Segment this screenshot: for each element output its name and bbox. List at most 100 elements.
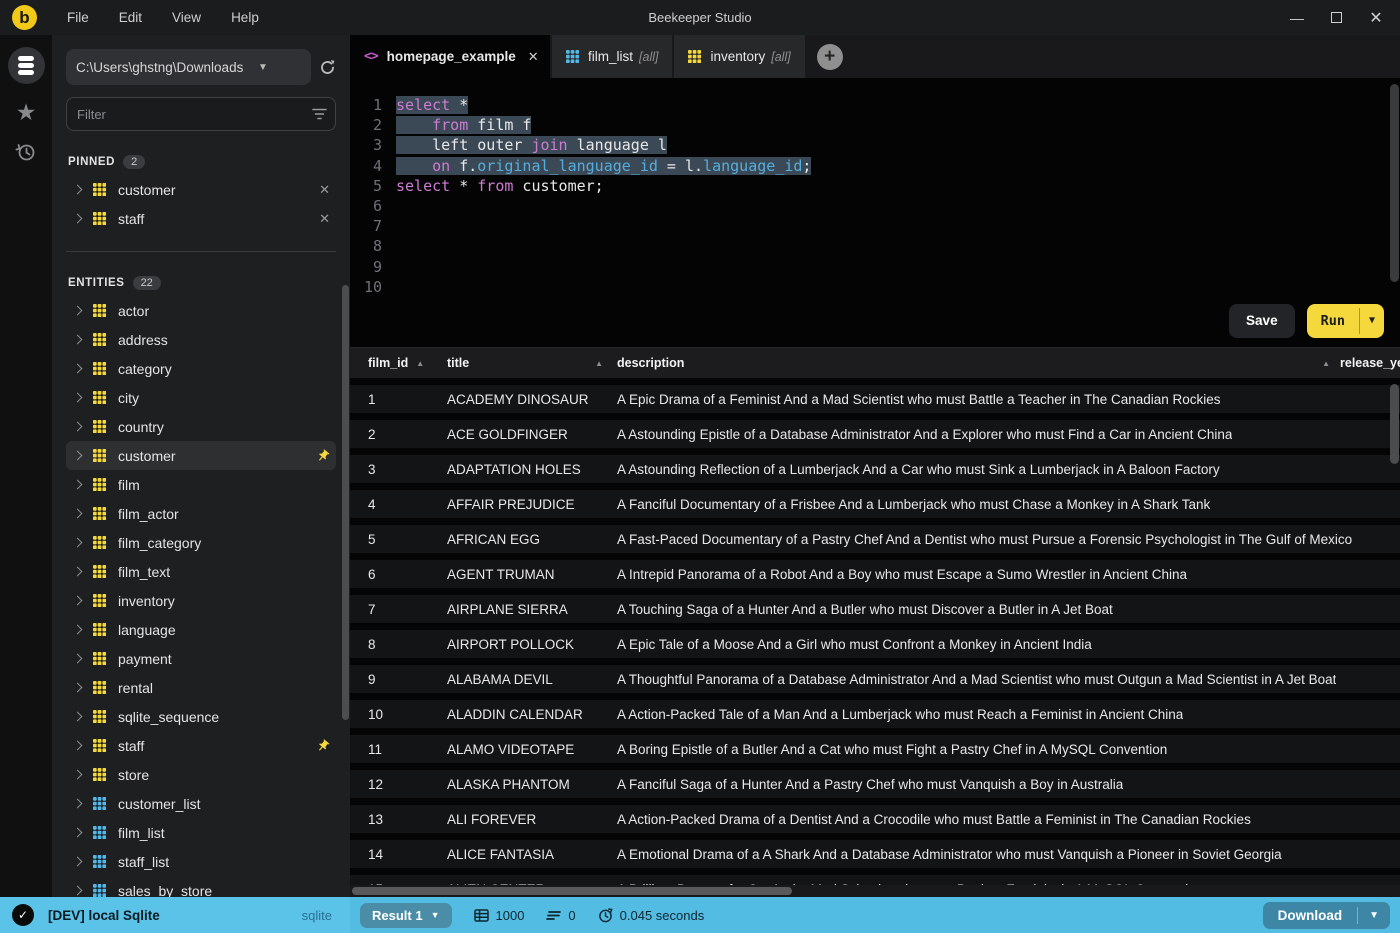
entity-item-staff[interactable]: staff [66,731,336,760]
cell-film-id[interactable]: 4 [350,497,447,512]
cell-film-id[interactable]: 10 [350,707,447,722]
entity-item-film_list[interactable]: film_list [66,818,336,847]
table-row[interactable]: 11 ALAMO VIDEOTAPE A Boring Epistle of a… [350,728,1400,763]
cell-title[interactable]: ALADDIN CALENDAR [447,707,617,722]
entity-item-inventory[interactable]: inventory [66,586,336,615]
cell-description[interactable]: A Astounding Reflection of a Lumberjack … [617,462,1220,477]
entity-filter-input[interactable] [66,97,336,131]
cell-film-id[interactable]: 8 [350,637,447,652]
unpin-icon[interactable]: ✕ [319,211,330,227]
chevron-right-icon[interactable] [72,508,83,519]
editor-scrollbar[interactable] [1390,84,1399,282]
chevron-right-icon[interactable] [72,856,83,867]
table-row[interactable]: 6 AGENT TRUMAN A Intrepid Panorama of a … [350,553,1400,588]
cell-title[interactable]: AFRICAN EGG [447,532,617,547]
table-row[interactable]: 7 AIRPLANE SIERRA A Touching Saga of a H… [350,588,1400,623]
cell-film-id[interactable]: 5 [350,532,447,547]
cell-description[interactable]: A Action-Packed Tale of a Man And a Lumb… [617,707,1183,722]
column-header-description[interactable]: description ▲ [617,356,1340,370]
cell-description[interactable]: A Intrepid Panorama of a Robot And a Boy… [617,567,1187,582]
cell-description[interactable]: A Epic Tale of a Moose And a Girl who mu… [617,637,1092,652]
download-button[interactable]: Download ▼ [1262,901,1390,929]
entity-item-store[interactable]: store [66,760,336,789]
cell-description[interactable]: A Action-Packed Drama of a Dentist And a… [617,812,1251,827]
entity-item-address[interactable]: address [66,325,336,354]
pinned-item-customer[interactable]: customer ✕ [66,175,336,204]
results-horizontal-scrollbar[interactable] [352,887,792,895]
cell-film-id[interactable]: 13 [350,812,447,827]
chevron-right-icon[interactable] [72,798,83,809]
cell-title[interactable]: ALABAMA DEVIL [447,672,617,687]
cell-description[interactable]: A Fanciful Documentary of a Frisbee And … [617,497,1210,512]
chevron-right-icon[interactable] [72,479,83,490]
database-tab-icon[interactable] [7,47,45,84]
cell-description[interactable]: A Fast-Paced Documentary of a Pastry Che… [617,532,1352,547]
column-header-film_id[interactable]: film_id ▲ [350,356,447,370]
pin-icon[interactable] [316,739,330,753]
table-row[interactable]: 5 AFRICAN EGG A Fast-Paced Documentary o… [350,518,1400,553]
result-select-button[interactable]: Result 1 ▼ [360,902,452,928]
cell-title[interactable]: ADAPTATION HOLES [447,462,617,477]
chevron-right-icon[interactable] [72,363,83,374]
tab-film_list[interactable]: film_list [all] [552,35,673,78]
cell-description[interactable]: A Fanciful Saga of a Hunter And a Pastry… [617,777,1123,792]
tab-inventory[interactable]: inventory [all] [674,35,805,78]
chevron-right-icon[interactable] [72,566,83,577]
table-row[interactable]: 14 ALICE FANTASIA A Emotional Drama of a… [350,833,1400,868]
cell-title[interactable]: ALASKA PHANTOM [447,777,617,792]
chevron-right-icon[interactable] [72,769,83,780]
entity-item-rental[interactable]: rental [66,673,336,702]
entity-item-actor[interactable]: actor [66,296,336,325]
cell-film-id[interactable]: 2 [350,427,447,442]
chevron-right-icon[interactable] [72,184,83,195]
database-select[interactable]: C:\Users\ghstng\Downloads ▼ [66,49,311,85]
connection-status[interactable]: ✓ [DEV] local Sqlite sqlite [0,897,350,933]
cell-description[interactable]: A Astounding Epistle of a Database Admin… [617,427,1232,442]
column-header-release_year[interactable]: release_year [1340,356,1400,370]
tab-homepage_example[interactable]: <> homepage_example ✕ [350,35,550,78]
refresh-icon[interactable] [319,59,336,76]
chevron-right-icon[interactable] [72,885,83,896]
sql-editor[interactable]: 1 select * 2 from film f 3 left outer jo… [350,78,1400,347]
cell-film-id[interactable]: 1 [350,392,447,407]
chevron-right-icon[interactable] [72,595,83,606]
column-header-title[interactable]: title ▲ [447,356,617,370]
run-button[interactable]: Run ▼ [1306,303,1384,338]
entity-item-sales_by_store[interactable]: sales_by_store [66,876,336,897]
cell-film-id[interactable]: 11 [350,742,447,757]
chevron-right-icon[interactable] [72,213,83,224]
entity-item-city[interactable]: city [66,383,336,412]
cell-description[interactable]: A Touching Saga of a Hunter And a Butler… [617,602,1113,617]
chevron-right-icon[interactable] [72,450,83,461]
table-row[interactable]: 15 ALIEN CENTER A Brilliant Drama of a C… [350,868,1400,885]
entity-item-country[interactable]: country [66,412,336,441]
entity-item-film_category[interactable]: film_category [66,528,336,557]
entity-item-staff_list[interactable]: staff_list [66,847,336,876]
cell-title[interactable]: ALI FOREVER [447,812,617,827]
entity-item-customer_list[interactable]: customer_list [66,789,336,818]
entity-item-film[interactable]: film [66,470,336,499]
table-row[interactable]: 4 AFFAIR PREJUDICE A Fanciful Documentar… [350,483,1400,518]
entity-item-film_text[interactable]: film_text [66,557,336,586]
new-tab-button[interactable]: + [816,43,843,70]
table-row[interactable]: 8 AIRPORT POLLOCK A Epic Tale of a Moose… [350,623,1400,658]
unpin-icon[interactable]: ✕ [319,182,330,198]
entity-item-payment[interactable]: payment [66,644,336,673]
table-row[interactable]: 12 ALASKA PHANTOM A Fanciful Saga of a H… [350,763,1400,798]
table-row[interactable]: 9 ALABAMA DEVIL A Thoughtful Panorama of… [350,658,1400,693]
cell-description[interactable]: A Epic Drama of a Feminist And a Mad Sci… [617,392,1221,407]
table-row[interactable]: 13 ALI FOREVER A Action-Packed Drama of … [350,798,1400,833]
entity-item-category[interactable]: category [66,354,336,383]
menu-file[interactable]: File [67,10,89,25]
favorites-icon[interactable]: ★ [16,101,37,124]
chevron-right-icon[interactable] [72,682,83,693]
cell-description[interactable]: A Emotional Drama of a A Shark And a Dat… [617,847,1282,862]
cell-description[interactable]: A Thoughtful Panorama of a Database Admi… [617,672,1336,687]
cell-title[interactable]: ACE GOLDFINGER [447,427,617,442]
cell-title[interactable]: ACADEMY DINOSAUR [447,392,617,407]
table-row[interactable]: 2 ACE GOLDFINGER A Astounding Epistle of… [350,413,1400,448]
sort-asc-icon[interactable]: ▲ [1322,359,1330,368]
cell-film-id[interactable]: 3 [350,462,447,477]
cell-title[interactable]: AIRPLANE SIERRA [447,602,617,617]
cell-title[interactable]: ALAMO VIDEOTAPE [447,742,617,757]
